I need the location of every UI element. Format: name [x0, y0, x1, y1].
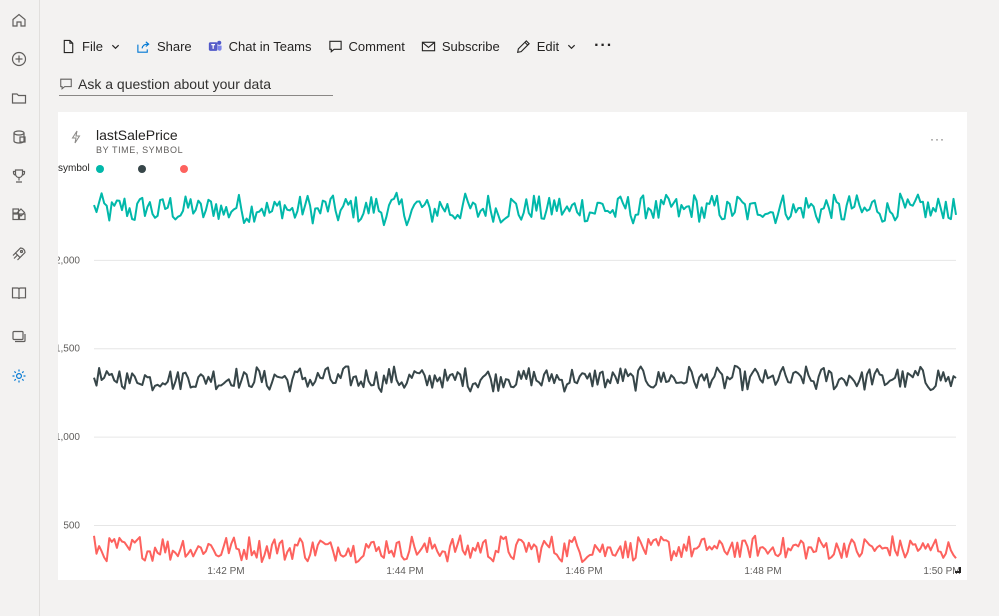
legend-item-series-1[interactable]	[95, 164, 104, 173]
legend-dot	[137, 164, 146, 173]
file-menu-button[interactable]: File	[53, 32, 128, 60]
legend-title: symbol	[58, 163, 90, 174]
subscribe-button[interactable]: Subscribe	[413, 32, 508, 60]
apps-icon[interactable]	[8, 204, 30, 226]
metrics-icon[interactable]	[8, 165, 30, 187]
chat-in-teams-label: Chat in Teams	[228, 38, 312, 54]
share-button[interactable]: Share	[128, 32, 200, 60]
visual-subtitle: BY TIME, SYMBOL	[96, 145, 184, 155]
settings-icon[interactable]	[8, 365, 30, 387]
comment-button[interactable]: Comment	[320, 32, 413, 60]
series-line-1[interactable]	[93, 191, 957, 227]
legend-dot	[95, 164, 104, 173]
y-tick-label: 2,000	[58, 255, 80, 266]
chat-bubble-icon	[60, 78, 72, 90]
deployment-icon[interactable]	[8, 326, 30, 348]
comment-label: Comment	[348, 38, 405, 54]
browse-icon[interactable]	[8, 87, 30, 109]
x-tick-label: 1:48 PM	[744, 566, 781, 577]
x-tick-label: 1:46 PM	[565, 566, 602, 577]
file-label: File	[82, 38, 103, 54]
qa-input[interactable]	[78, 75, 318, 92]
teams-icon	[208, 40, 222, 51]
chart-legend: symbol	[58, 163, 222, 174]
create-icon[interactable]	[8, 48, 30, 70]
line-chart-visual[interactable]: 500 1,000 1,500 2,000 1:42 PM 1:44 PM 1:46 PM 1…	[58, 112, 967, 580]
chat-in-teams-button[interactable]: Chat in Teams	[200, 32, 320, 60]
subscribe-label: Subscribe	[441, 38, 500, 54]
edit-label: Edit	[536, 38, 560, 54]
mail-icon	[421, 41, 436, 51]
chart-canvas: 500 1,000 1,500 2,000 1:42 PM 1:44 PM 1:46 PM 1…	[58, 191, 961, 577]
edit-button[interactable]: Edit	[508, 32, 584, 60]
y-tick-label: 1,000	[58, 432, 80, 443]
home-icon[interactable]	[8, 9, 30, 31]
more-options-button[interactable]: ···	[584, 32, 623, 60]
legend-item-series-3[interactable]	[179, 164, 188, 173]
workspaces-icon[interactable]	[8, 282, 30, 304]
report-toolbar: File Share Chat in Teams Comment Subscri…	[41, 28, 999, 64]
x-tick-label: 1:42 PM	[207, 566, 244, 577]
series-line-2[interactable]	[93, 364, 957, 393]
qa-question-box[interactable]	[59, 72, 333, 96]
lightning-icon	[70, 130, 82, 144]
y-tick-label: 500	[63, 520, 80, 531]
visual-more-options-button[interactable]: ···	[930, 132, 945, 146]
file-icon	[63, 39, 74, 53]
learn-icon[interactable]	[8, 243, 30, 265]
legend-item-series-2[interactable]	[137, 164, 146, 173]
series-line-3[interactable]	[93, 534, 957, 564]
chevron-down-icon	[111, 44, 120, 49]
x-tick-label: 1:44 PM	[386, 566, 423, 577]
share-icon	[137, 40, 150, 53]
visual-title: lastSalePrice	[96, 127, 178, 143]
legend-dot	[179, 164, 188, 173]
comment-icon	[328, 40, 342, 53]
left-nav-rail	[0, 0, 40, 616]
data-hub-icon[interactable]	[8, 126, 30, 148]
chevron-down-icon	[568, 44, 576, 49]
share-label: Share	[156, 38, 192, 54]
pencil-icon	[516, 39, 530, 53]
y-tick-label: 1,500	[58, 344, 80, 355]
resize-handle[interactable]	[955, 567, 961, 573]
